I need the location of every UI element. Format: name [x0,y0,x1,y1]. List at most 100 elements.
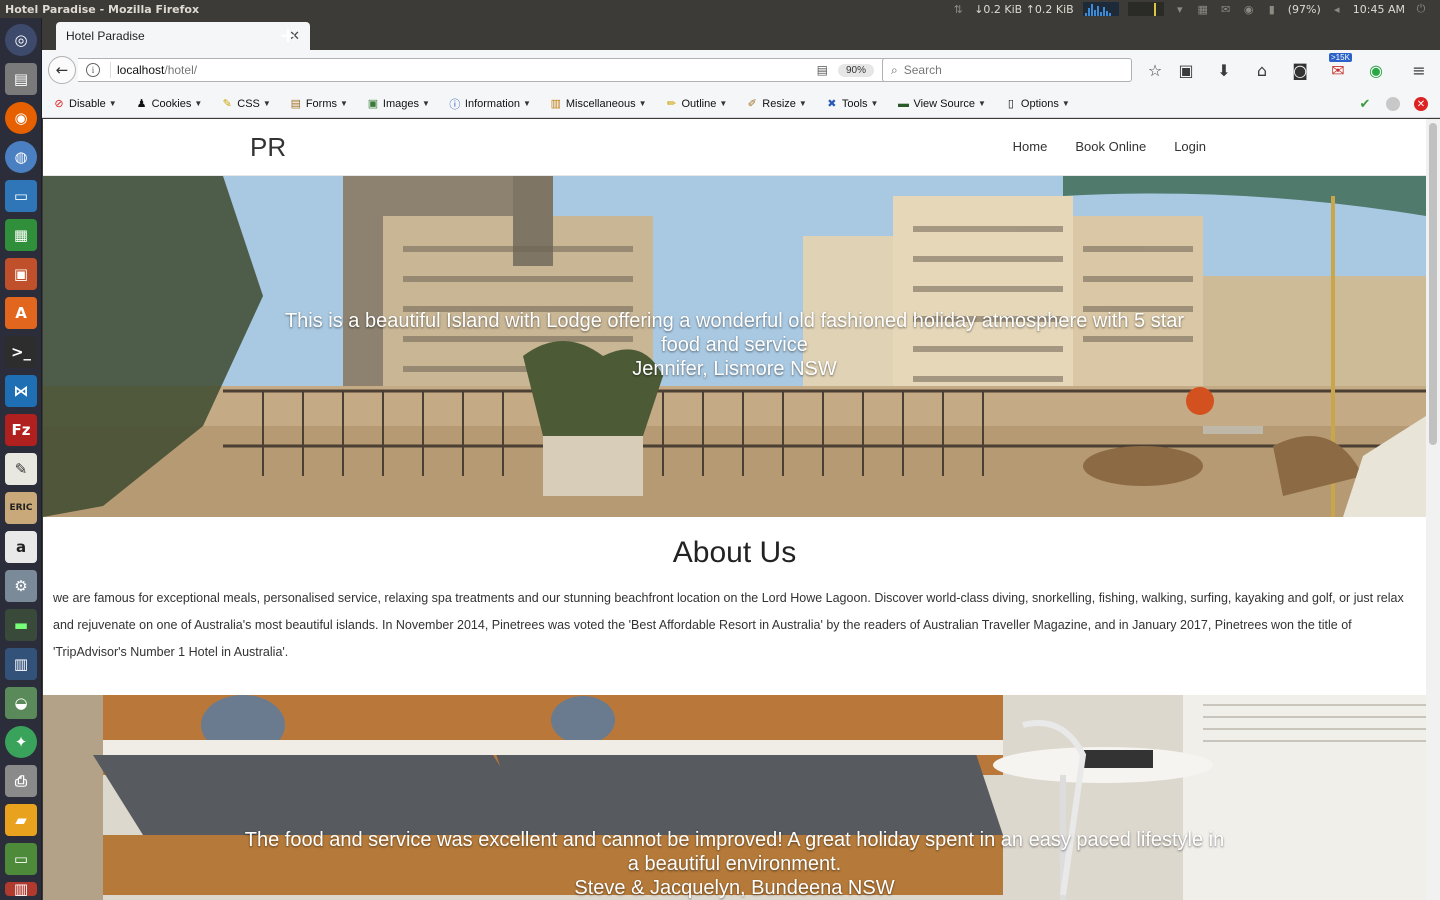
dev-images-menu[interactable]: ▣ Images ▼ [366,97,430,111]
url-bar[interactable]: i localhost/hotel/ ▤ 90% ↻ [78,58,916,82]
dev-forms-menu[interactable]: ▤ Forms ▼ [289,97,348,111]
network-arrows-icon[interactable]: ⇅ [951,3,965,16]
battery-level: (97%) [1287,2,1321,16]
impress-icon[interactable]: ▣ [5,258,37,290]
tab-hotel-paradise[interactable]: Hotel Paradise ✕ [56,22,310,50]
memory-graph [1127,2,1164,16]
amazon-icon[interactable]: a [5,531,37,563]
images-icon: ▣ [367,98,379,110]
dev-menu-label: Tools [841,97,868,110]
eric-ide-icon[interactable]: ERIC [5,492,37,524]
forms-icon: ▤ [290,98,302,110]
clock[interactable]: 10:45 AM [1353,3,1405,16]
software-center-icon[interactable]: A [5,297,37,329]
notification-icon[interactable]: ◉ [1242,3,1256,16]
menu-hamburger-icon[interactable]: ≡ [1408,59,1430,81]
text-editor-icon[interactable]: ✎ [5,453,37,485]
battery-icon[interactable]: ▮ [1265,3,1279,16]
dev-outline-menu[interactable]: ✏ Outline ▼ [665,97,727,111]
mail-tray-icon[interactable]: ✉ [1219,3,1233,16]
search-box[interactable]: ⌕ Search [882,58,1132,82]
disk-usage-icon[interactable]: ◒ [5,687,37,719]
tab-strip: Hotel Paradise ✕ + [42,18,1440,50]
information-icon: ⓘ [449,98,461,111]
terminal-icon[interactable]: >_ [5,336,37,368]
mail-count-badge: >15K [1329,53,1352,62]
downloads-icon[interactable]: ⬇ [1213,59,1235,81]
calc-icon[interactable]: ▦ [5,219,37,251]
new-tab-button[interactable]: + [276,24,300,48]
url-path: /hotel/ [164,63,198,77]
caret-icon: ▼ [340,99,348,108]
folder-icon[interactable]: ▰ [5,804,37,836]
dev-menu-label: Forms [305,97,337,110]
nav-book-online-link[interactable]: Book Online [1075,139,1146,154]
dev-information-menu[interactable]: ⓘ Information ▼ [448,97,530,111]
bookmark-star-icon[interactable]: ☆ [1144,59,1166,81]
nav-home-link[interactable]: Home [1013,139,1048,154]
about-heading: About Us [672,536,797,569]
close-toolbar-icon[interactable]: ✕ [1414,97,1428,111]
gmail-notifier-icon[interactable]: ✉ >15K [1327,53,1352,81]
dev-menu-label: Disable [69,97,106,110]
caret-icon: ▼ [108,99,117,108]
bookmarks-library-icon[interactable]: ▣ [1175,59,1197,81]
chromium-icon[interactable]: ◍ [5,141,37,173]
writer-icon[interactable]: ▭ [5,180,37,212]
firefox-icon[interactable]: ◉ [5,102,37,134]
extension-icon[interactable]: ◉ [1365,59,1387,81]
status-gray-icon[interactable] [1386,97,1400,111]
site-info-icon[interactable]: i [86,63,100,77]
valid-check-icon[interactable]: ✔ [1358,96,1372,111]
scrollbar-thumb[interactable] [1429,123,1437,445]
miscellaneous-icon: ▥ [550,98,562,110]
app-launcher: ◎ ▤ ◉ ◍ ▭ ▦ ▣ A >_ ⋈ Fz ✎ ERIC a ⚙ ▬ ▥ ◒… [0,18,42,900]
dev-view-source-menu[interactable]: ▬ View Source ▼ [896,97,986,111]
caret-icon: ▼ [638,99,647,108]
tools-icon: ✖ [827,98,837,110]
caret-icon: ▼ [798,99,807,108]
cookies-icon: ♟ [136,98,147,110]
hero2-author: Steve & Jacquelyn, Bundeena NSW [574,877,895,899]
removable-drive-icon[interactable]: ▭ [5,843,37,875]
zoom-indicator[interactable]: 90% [837,63,874,77]
site-brand[interactable]: PR [250,132,286,163]
wifi-icon[interactable]: ▾ [1173,3,1187,16]
reader-view-icon[interactable]: ▤ [817,63,828,77]
vscode-icon[interactable]: ⋈ [5,375,37,407]
home-icon[interactable]: ⌂ [1251,59,1273,81]
files-icon[interactable]: ▤ [5,63,37,95]
ubuntu-dash-icon[interactable]: ◎ [5,24,37,56]
workspace-icon[interactable]: ▥ [5,648,37,680]
dev-options-menu[interactable]: ▯ Options ▼ [1004,97,1070,111]
hero-rooftop-image: This is a beautiful Island with Lodge of… [43,176,1426,517]
power-icon[interactable]: ⏻ [1414,2,1428,15]
disable-icon: ⊘ [54,98,64,110]
keyboard-icon[interactable]: ▦ [1196,3,1210,16]
dev-menu-label: Images [382,97,419,110]
dev-menu-label: View Source [913,97,975,110]
volume-icon[interactable]: ◂ [1330,3,1344,16]
dev-resize-menu[interactable]: ✐ Resize ▼ [745,97,807,111]
navigation-toolbar: i localhost/hotel/ ▤ 90% ↻ ← ⌕ Search ☆ … [42,50,1440,90]
system-monitor-icon[interactable]: ▬ [5,609,37,641]
dev-tools-menu[interactable]: ✖ Tools ▼ [825,97,878,111]
dev-css-menu[interactable]: ✎ CSS ▼ [220,97,271,111]
pocket-icon[interactable]: ◙ [1289,59,1311,81]
dev-menu-label: Resize [762,97,796,110]
dev-miscellaneous-menu[interactable]: ▥ Miscellaneous ▼ [549,97,647,111]
dev-cookies-menu[interactable]: ♟ Cookies ▼ [135,97,203,111]
page-scrollbar[interactable] [1426,119,1440,900]
web-page: PR Home Book Online Login This is a beau… [43,119,1426,900]
filezilla-icon[interactable]: Fz [5,414,37,446]
nav-login-link[interactable]: Login [1174,139,1206,154]
printer-icon[interactable]: ⎙ [5,765,37,797]
dev-menu-label: CSS [237,97,260,110]
dev-menu-label: Information [464,97,520,110]
trash-icon[interactable]: ▥ [5,880,37,898]
android-studio-icon[interactable]: ✦ [5,726,37,758]
window-title: Hotel Paradise - Mozilla Firefox [5,2,200,16]
settings-icon[interactable]: ⚙ [5,570,37,602]
dev-disable-menu[interactable]: ⊘ Disable ▼ [52,97,117,111]
back-button[interactable]: ← [48,56,76,84]
